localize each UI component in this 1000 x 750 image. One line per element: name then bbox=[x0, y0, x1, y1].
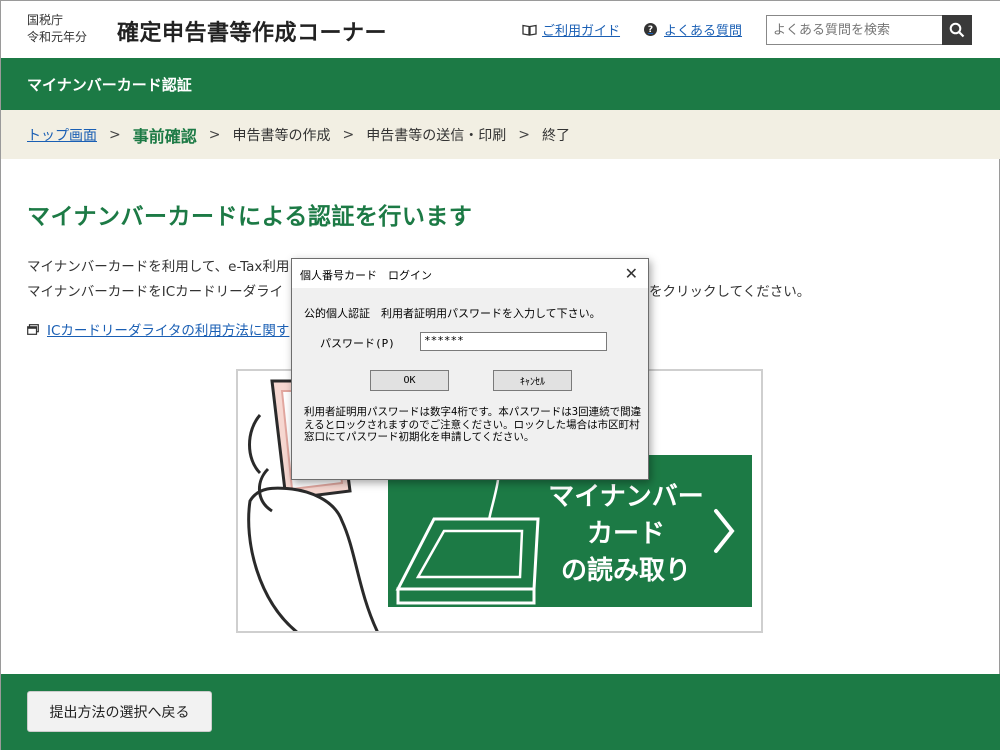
cancel-button[interactable]: ｷｬﾝｾﾙ bbox=[493, 370, 572, 391]
footer-bar: 提出方法の選択へ戻る bbox=[1, 674, 1000, 750]
breadcrumb-step: 申告書等の送信・印刷 bbox=[366, 127, 507, 144]
book-icon bbox=[522, 24, 537, 36]
chevron-right-icon: > bbox=[518, 126, 530, 143]
breadcrumb-step: 申告書等の作成 bbox=[232, 127, 331, 144]
agency-name: 国税庁 bbox=[27, 13, 64, 27]
site-header: 国税庁 令和元年分 確定申告書等作成コーナー ご利用ガイド ? よくある質問 bbox=[1, 1, 1000, 58]
password-label: パスワード(P) bbox=[320, 337, 395, 350]
faq-link[interactable]: ? よくある質問 bbox=[644, 20, 742, 39]
faq-link-label: よくある質問 bbox=[664, 24, 743, 39]
search-button[interactable] bbox=[942, 15, 972, 45]
ok-button[interactable]: OK bbox=[370, 370, 449, 391]
page-heading: マイナンバーカードによる認証を行います bbox=[27, 204, 473, 230]
instruction-text: マイナンバーカードを利用して、e-Tax利用 bbox=[27, 259, 290, 275]
search-icon bbox=[949, 22, 965, 38]
guide-link-label: ご利用ガイド bbox=[542, 24, 621, 39]
password-note: 利用者証明用パスワードは数字4桁です。本パスワードは3回連続で間違えるとロックさ… bbox=[304, 406, 642, 443]
back-to-submission-method-button[interactable]: 提出方法の選択へ戻る bbox=[27, 691, 212, 732]
breadcrumb-current: 事前確認 bbox=[132, 126, 197, 146]
instruction-text-tail: をクリックしてください。 bbox=[649, 284, 811, 300]
password-input[interactable]: ****** bbox=[420, 332, 607, 351]
pin-login-dialog: 個人番号カード ログイン ✕ 公的個人認証 利用者証明用パスワードを入力して下さ… bbox=[291, 258, 649, 480]
breadcrumb: トップ画面 > 事前確認 > 申告書等の作成 > 申告書等の送信・印刷 > 終了 bbox=[1, 110, 1000, 159]
guide-link[interactable]: ご利用ガイド bbox=[522, 20, 620, 39]
site-title[interactable]: 確定申告書等作成コーナー bbox=[117, 15, 387, 47]
agency-label: 国税庁 令和元年分 bbox=[27, 12, 87, 46]
instruction-text: マイナンバーカードをICカードリーダライ bbox=[27, 284, 284, 300]
chevron-right-icon: > bbox=[109, 126, 121, 143]
search-input[interactable] bbox=[766, 15, 943, 45]
dialog-title: 個人番号カード ログイン bbox=[300, 269, 432, 282]
chevron-right-icon: > bbox=[208, 126, 221, 143]
reader-usage-link-label: ICカードリーダライタの利用方法に関す bbox=[47, 323, 290, 339]
dialog-prompt: 公的個人認証 利用者証明用パスワードを入力して下さい。 bbox=[304, 307, 601, 320]
tax-year: 令和元年分 bbox=[27, 30, 88, 44]
reader-usage-link[interactable]: ICカードリーダライタの利用方法に関す bbox=[27, 319, 289, 339]
question-icon: ? bbox=[644, 23, 657, 36]
dialog-titlebar[interactable]: 個人番号カード ログイン ✕ bbox=[292, 259, 648, 288]
breadcrumb-top-link[interactable]: トップ画面 bbox=[27, 125, 97, 145]
breadcrumb-step: 終了 bbox=[541, 127, 570, 144]
page-section-title: マイナンバーカード認証 bbox=[1, 58, 1000, 110]
close-icon[interactable]: ✕ bbox=[625, 264, 638, 283]
card-reader-button-label: マイナンバー カード の読み取り bbox=[548, 482, 704, 586]
new-window-icon bbox=[27, 323, 39, 335]
chevron-right-icon: > bbox=[342, 126, 355, 143]
